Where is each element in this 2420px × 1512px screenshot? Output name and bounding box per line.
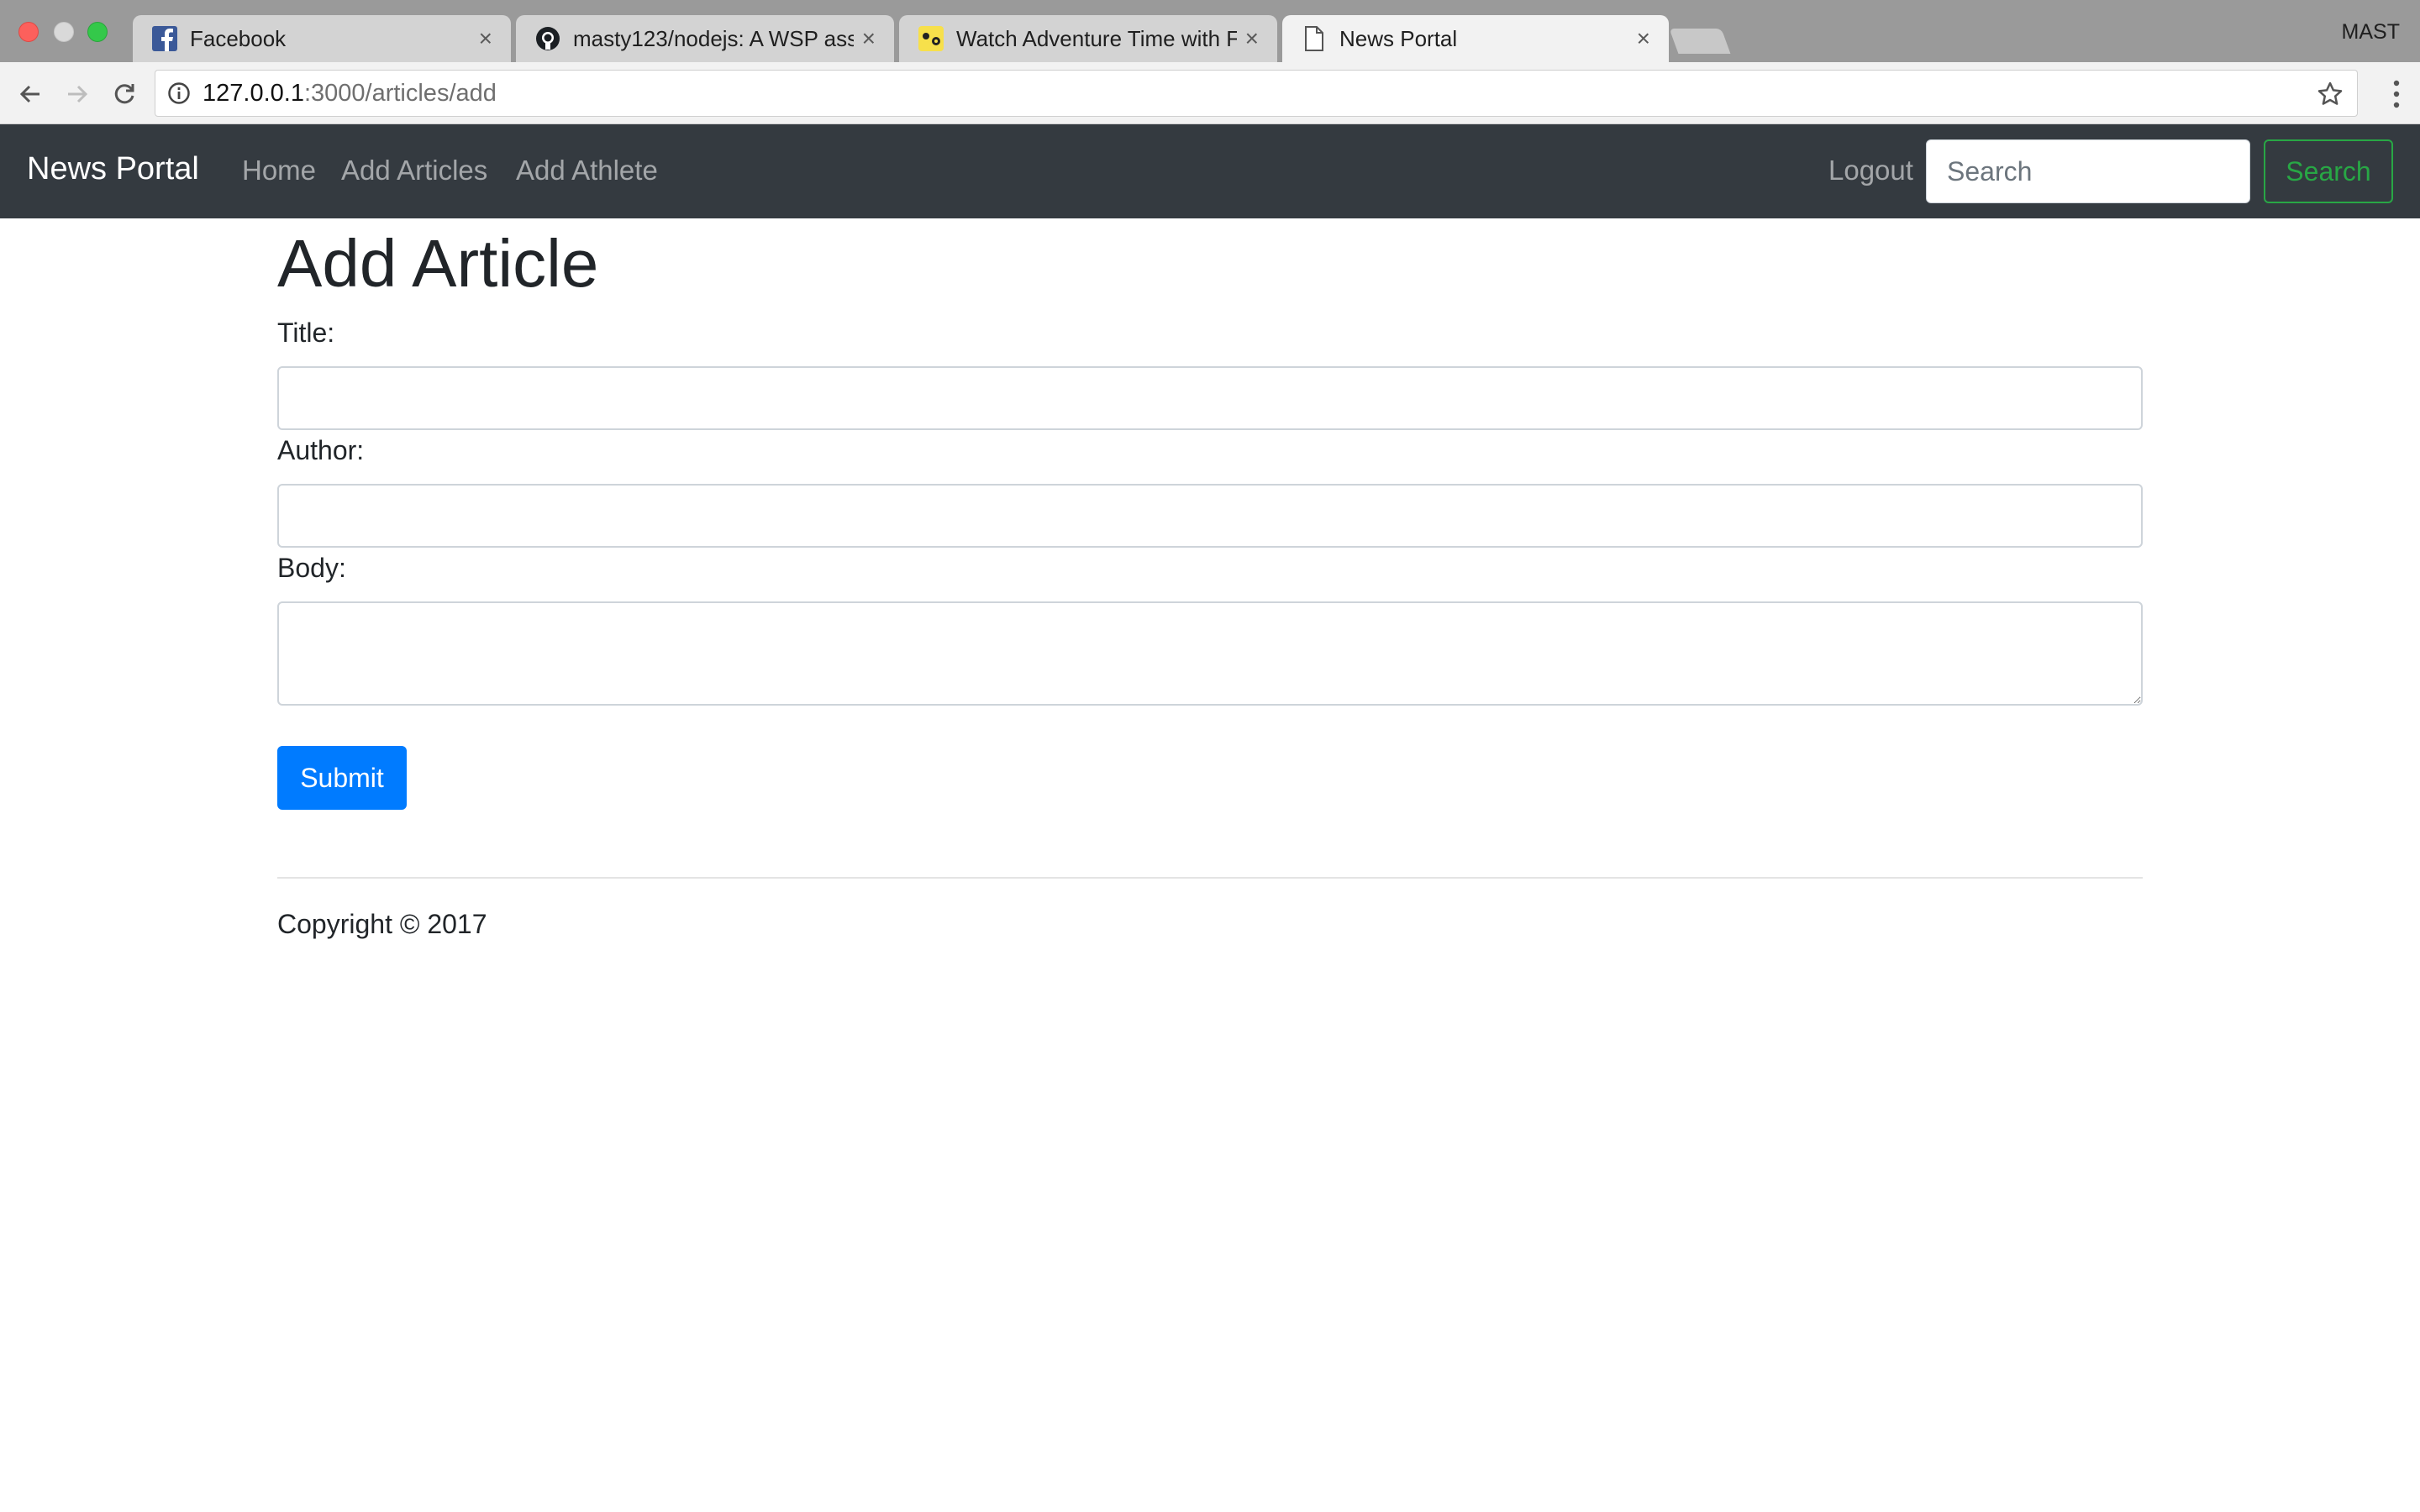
reload-button[interactable] — [108, 77, 141, 111]
title-label: Title: — [277, 318, 335, 348]
tab-title: News Portal — [1339, 25, 1458, 51]
bookmark-star-icon[interactable] — [2317, 81, 2344, 108]
kebab-menu-icon[interactable] — [2391, 79, 2402, 109]
search-input[interactable] — [1926, 139, 2250, 203]
browser-tab-github[interactable]: masty123/nodejs: A WSP assig × — [516, 15, 894, 62]
copyright-text: Copyright © 2017 — [277, 909, 487, 939]
search-button[interactable]: Search — [2264, 139, 2393, 203]
nav-link-logout[interactable]: Logout — [1828, 155, 1913, 186]
nav-link-add-articles[interactable]: Add Articles — [341, 155, 487, 186]
page-icon — [1301, 25, 1328, 52]
facebook-icon — [151, 25, 178, 52]
tab-title: masty123/nodejs: A WSP assig — [573, 25, 854, 51]
close-tab-icon[interactable]: × — [862, 27, 876, 50]
url-host: 127.0.0.1 — [203, 79, 304, 107]
page-title: Add Article — [277, 226, 599, 301]
arrow-left-icon — [19, 85, 39, 103]
profile-name[interactable]: MAST — [2342, 20, 2400, 45]
minimize-window-button[interactable] — [54, 22, 74, 42]
brand-link[interactable]: News Portal — [27, 151, 199, 187]
browser-tab-strip: Facebook × masty123/nodejs: A WSP assig … — [0, 0, 2420, 62]
forward-button[interactable] — [60, 77, 94, 111]
author-field[interactable] — [277, 484, 2143, 548]
close-window-button[interactable] — [18, 22, 39, 42]
body-label: Body: — [277, 553, 346, 583]
new-tab-button[interactable] — [1669, 29, 1731, 54]
author-label: Author: — [277, 435, 365, 465]
submit-button[interactable]: Submit — [277, 746, 407, 810]
address-bar[interactable]: 127.0.0.1:3000/articles/add — [155, 70, 2358, 117]
site-navbar: News Portal Home Add Articles Add Athlet… — [0, 124, 2420, 218]
maximize-window-button[interactable] — [87, 22, 108, 42]
title-field[interactable] — [277, 366, 2143, 430]
close-tab-icon[interactable]: × — [479, 27, 492, 50]
reload-icon — [114, 84, 134, 104]
nav-link-add-athlete[interactable]: Add Athlete — [516, 155, 658, 186]
footer-divider — [277, 877, 2143, 879]
body-textarea[interactable] — [277, 601, 2143, 706]
adventure-time-icon — [918, 25, 944, 52]
arrow-right-icon — [68, 85, 88, 103]
tab-title: Watch Adventure Time with Fir — [956, 25, 1237, 51]
github-icon — [534, 25, 561, 52]
browser-tab-adventure-time[interactable]: Watch Adventure Time with Fir × — [899, 15, 1277, 62]
browser-tab-facebook[interactable]: Facebook × — [133, 15, 511, 62]
back-button[interactable] — [13, 77, 47, 111]
browser-tab-news-portal[interactable]: News Portal × — [1282, 15, 1669, 62]
browser-toolbar: 127.0.0.1:3000/articles/add — [0, 62, 2420, 124]
close-tab-icon[interactable]: × — [1245, 27, 1259, 50]
close-tab-icon[interactable]: × — [1637, 27, 1650, 50]
nav-link-home[interactable]: Home — [242, 155, 316, 186]
info-icon[interactable] — [167, 81, 191, 105]
tab-title: Facebook — [190, 25, 287, 51]
url-path: :3000/articles/add — [303, 79, 497, 107]
